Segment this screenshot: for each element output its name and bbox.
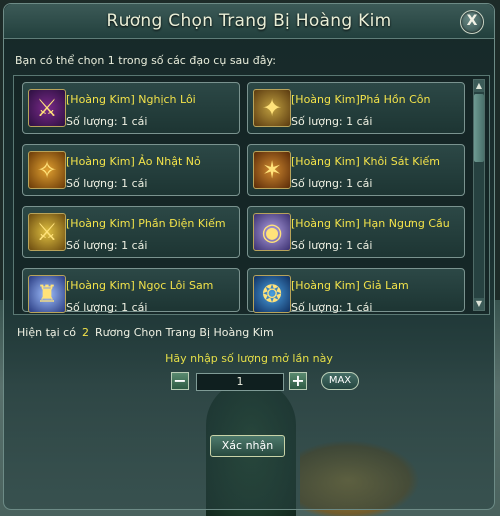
item-name: [Hoàng Kim]Phá Hồn Côn bbox=[291, 93, 431, 106]
close-button[interactable]: X bbox=[460, 10, 484, 34]
orb-icon: ◉ bbox=[253, 213, 291, 251]
item-quantity: Số lượng: 1 cái bbox=[291, 301, 373, 314]
scroll-thumb[interactable] bbox=[474, 94, 484, 162]
item-card[interactable]: ⚔ [Hoàng Kim] Phần Điện Kiếm Số lượng: 1… bbox=[22, 206, 240, 258]
sword-icon: ⚔ bbox=[28, 89, 66, 127]
increase-button[interactable]: + bbox=[289, 372, 307, 390]
item-name: [Hoàng Kim] Ảo Nhật Nỏ bbox=[66, 155, 201, 168]
status-suffix: Rương Chọn Trang Bị Hoàng Kim bbox=[94, 326, 274, 339]
sword-icon: ⚔ bbox=[28, 213, 66, 251]
item-list: ⚔ [Hoàng Kim] Nghịch Lôi Số lượng: 1 cái… bbox=[13, 75, 490, 315]
confirm-button[interactable]: Xác nhận bbox=[210, 435, 285, 457]
item-card[interactable]: ✶ [Hoàng Kim] Khôi Sát Kiếm Số lượng: 1 … bbox=[247, 144, 465, 196]
list-scrollbar[interactable]: ▲ ▼ bbox=[473, 79, 485, 311]
staff-icon: ✦ bbox=[253, 89, 291, 127]
item-quantity: Số lượng: 1 cái bbox=[291, 177, 373, 190]
dialog-title: Rương Chọn Trang Bị Hoàng Kim bbox=[106, 11, 392, 31]
item-name: [Hoàng Kim] Nghịch Lôi bbox=[66, 93, 196, 106]
item-quantity: Số lượng: 1 cái bbox=[66, 301, 148, 314]
item-card[interactable]: ✧ [Hoàng Kim] Ảo Nhật Nỏ Số lượng: 1 cái bbox=[22, 144, 240, 196]
quantity-prompt: Hãy nhập số lượng mở lần này bbox=[165, 352, 333, 365]
item-quantity: Số lượng: 1 cái bbox=[66, 239, 148, 252]
amulet-icon: ❂ bbox=[253, 275, 291, 313]
item-name: [Hoàng Kim] Ngọc Lôi Sam bbox=[66, 279, 214, 292]
item-name: [Hoàng Kim] Hạn Ngưng Cầu bbox=[291, 217, 450, 230]
owned-count-text: Hiện tại có 2 Rương Chọn Trang Bị Hoàng Ki… bbox=[17, 326, 274, 339]
robe-icon: ♜ bbox=[28, 275, 66, 313]
item-quantity: Số lượng: 1 cái bbox=[291, 239, 373, 252]
item-name: [Hoàng Kim] Giả Lam bbox=[291, 279, 409, 292]
decrease-button[interactable]: − bbox=[171, 372, 189, 390]
item-card[interactable]: ✦ [Hoàng Kim]Phá Hồn Côn Số lượng: 1 cái bbox=[247, 82, 465, 134]
item-card[interactable]: ⚔ [Hoàng Kim] Nghịch Lôi Số lượng: 1 cái bbox=[22, 82, 240, 134]
max-button[interactable]: MAX bbox=[321, 372, 359, 390]
item-card[interactable]: ❂ [Hoàng Kim] Giả Lam Số lượng: 1 cái bbox=[247, 268, 465, 314]
item-quantity: Số lượng: 1 cái bbox=[291, 115, 373, 128]
blade-icon: ✶ bbox=[253, 151, 291, 189]
scroll-down-arrow-icon[interactable]: ▼ bbox=[474, 298, 484, 310]
instruction-text: Bạn có thể chọn 1 trong số các đạo cụ sa… bbox=[15, 54, 276, 67]
owned-count: 2 bbox=[81, 326, 89, 339]
item-quantity: Số lượng: 1 cái bbox=[66, 177, 148, 190]
crossbow-icon: ✧ bbox=[28, 151, 66, 189]
item-name: [Hoàng Kim] Khôi Sát Kiếm bbox=[291, 155, 441, 168]
item-card[interactable]: ◉ [Hoàng Kim] Hạn Ngưng Cầu Số lượng: 1 … bbox=[247, 206, 465, 258]
item-card[interactable]: ♜ [Hoàng Kim] Ngọc Lôi Sam Số lượng: 1 c… bbox=[22, 268, 240, 314]
scroll-up-arrow-icon[interactable]: ▲ bbox=[474, 80, 484, 92]
dialog-titlebar: Rương Chọn Trang Bị Hoàng Kim X bbox=[4, 4, 494, 39]
item-quantity: Số lượng: 1 cái bbox=[66, 115, 148, 128]
choose-item-dialog: Rương Chọn Trang Bị Hoàng Kim X Bạn có t… bbox=[3, 3, 495, 510]
quantity-input[interactable]: 1 bbox=[196, 373, 284, 391]
item-name: [Hoàng Kim] Phần Điện Kiếm bbox=[66, 217, 226, 230]
status-prefix: Hiện tại có bbox=[17, 326, 76, 339]
